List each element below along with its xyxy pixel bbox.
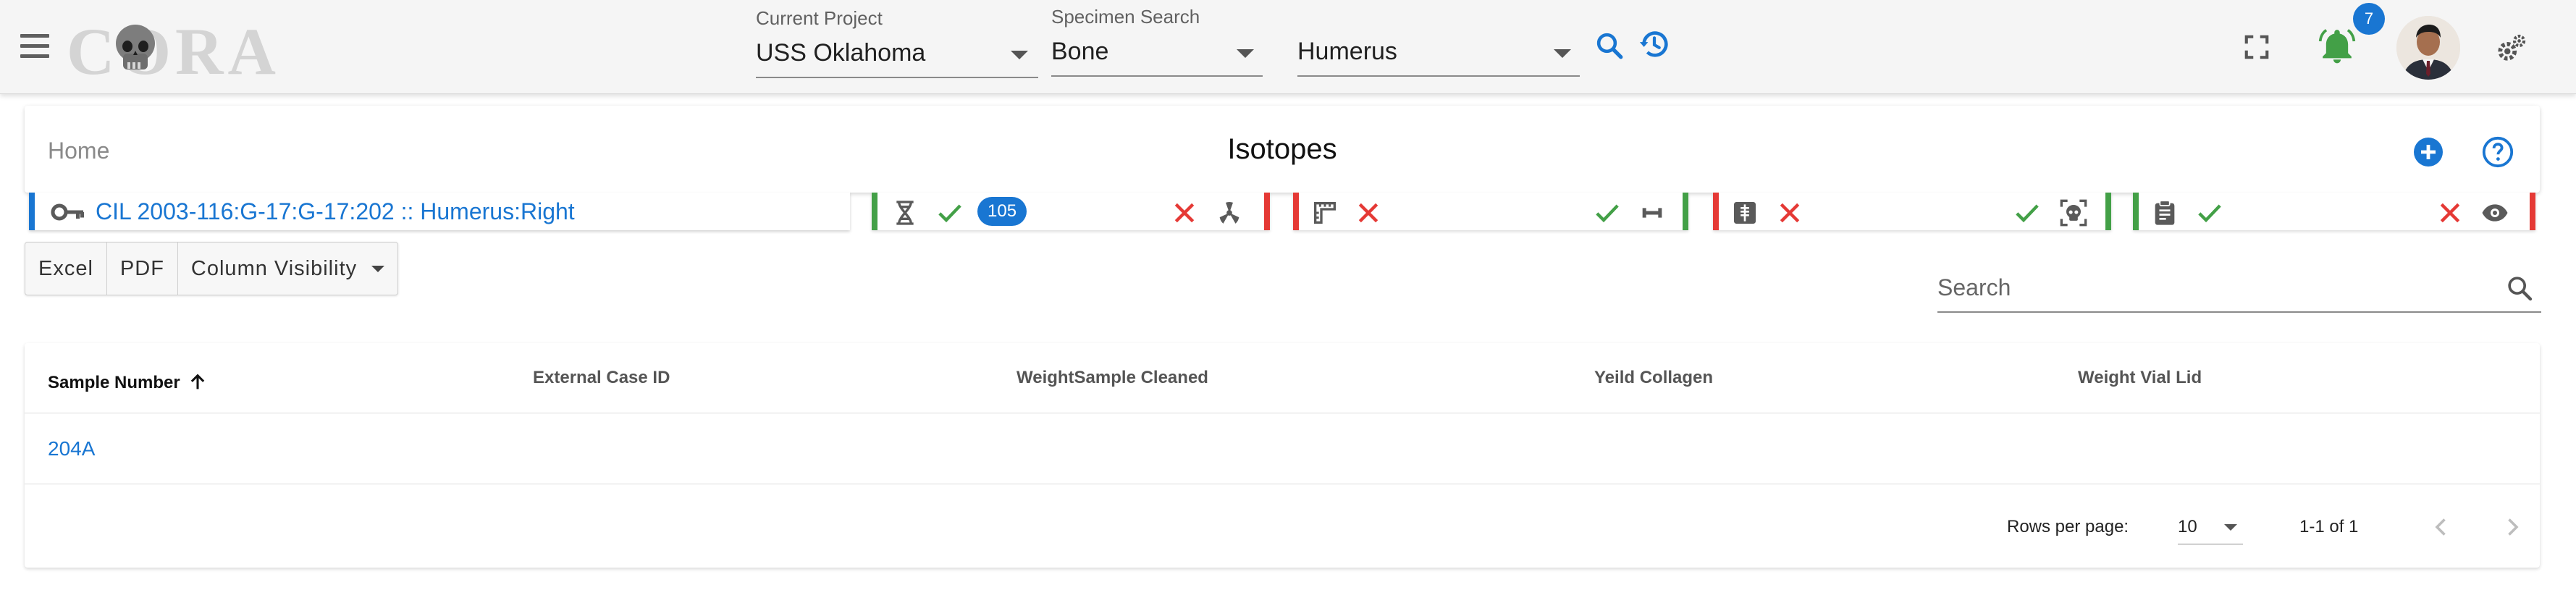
current-project-select[interactable]: Current Project USS Oklahoma — [756, 7, 1038, 80]
close-icon — [2440, 203, 2460, 223]
avatar-photo — [2396, 16, 2460, 80]
column-header-sample-number[interactable]: Sample Number — [48, 368, 205, 393]
close-icon — [1780, 203, 1800, 223]
page-title: Isotopes — [1227, 133, 1337, 165]
ruler-icon[interactable] — [1310, 198, 1339, 227]
app-root: CORA Current Project USS Oklahoma Specim… — [0, 0, 2576, 598]
app-logo[interactable]: CORA — [67, 10, 276, 88]
search-icon[interactable] — [2505, 274, 2534, 303]
specimen-search-label: Specimen Search — [1051, 6, 1200, 28]
element-select-value: Humerus — [1297, 38, 1397, 65]
skull-icon — [116, 25, 155, 70]
element-select[interactable]: Humerus — [1297, 6, 1580, 78]
bell-icon[interactable] — [2317, 26, 2357, 67]
arrow-up-icon — [191, 374, 205, 389]
chevron-down-icon — [2224, 524, 2237, 531]
user-avatar[interactable] — [2396, 16, 2460, 80]
status-bar-right — [1683, 193, 1688, 230]
excel-button[interactable]: Excel — [25, 243, 107, 295]
chevron-down-icon — [1554, 49, 1571, 58]
column-header-yeild-collagen[interactable]: Yeild Collagen — [1594, 368, 1713, 388]
pagination-range: 1-1 of 1 — [2299, 517, 2359, 536]
column-header-external-case-id[interactable]: External Case ID — [533, 368, 670, 388]
top-app-bar: CORA Current Project USS Oklahoma Specim… — [0, 0, 2576, 94]
status-segment-notes — [2133, 193, 2535, 230]
rows-per-page-label: Rows per page: — [2007, 517, 2129, 536]
check-icon — [1596, 204, 1619, 223]
pdf-button[interactable]: PDF — [107, 243, 178, 295]
current-project-label: Current Project — [756, 7, 883, 29]
key-icon — [51, 203, 85, 221]
page-header: Home Isotopes — [25, 106, 2540, 193]
sample-number-link[interactable]: 204A — [48, 437, 95, 460]
chevron-left-icon[interactable] — [2428, 514, 2454, 540]
logo-wordmark: CORA — [67, 14, 280, 88]
column-header-label: Sample Number — [48, 373, 180, 392]
specimen-search-select[interactable]: Specimen Search Bone — [1051, 6, 1263, 78]
table-search — [1937, 265, 2541, 313]
isotopes-table: Sample Number External Case ID WeightSam… — [25, 343, 2540, 568]
specimen-search-value: Bone — [1051, 38, 1109, 65]
status-bar-left — [1713, 193, 1719, 230]
check-icon — [938, 204, 961, 223]
fullscreen-icon[interactable] — [2243, 33, 2270, 61]
status-segment-xray — [1713, 193, 2111, 230]
notification-badge[interactable]: 7 — [2353, 3, 2385, 35]
export-button-group: Excel PDF Column Visibility — [25, 242, 399, 295]
search-icon[interactable] — [1594, 30, 1625, 61]
specimen-key-link[interactable]: CIL 2003-116:G-17:G-17:202 :: Humerus:Ri… — [96, 198, 575, 225]
rows-per-page-value: 10 — [2178, 517, 2197, 536]
chevron-right-icon[interactable] — [2499, 514, 2525, 540]
bone-icon[interactable] — [1638, 198, 1667, 227]
dna-icon[interactable] — [891, 198, 919, 227]
close-icon — [1174, 203, 1195, 223]
status-bar-right — [1264, 193, 1270, 230]
menu-icon[interactable] — [20, 34, 49, 59]
status-segment-measurements — [1293, 193, 1688, 230]
status-bar-left — [1293, 193, 1299, 230]
field-underline — [756, 77, 1038, 78]
skull-scan-icon[interactable] — [2059, 198, 2088, 227]
table-search-input[interactable] — [1937, 265, 2502, 310]
check-icon — [2016, 204, 2039, 223]
status-bar-right — [2105, 193, 2111, 230]
field-underline — [1297, 75, 1580, 77]
close-icon — [1358, 203, 1379, 223]
radiation-icon[interactable] — [1215, 198, 1244, 227]
eye-icon[interactable] — [2480, 198, 2509, 227]
rows-per-page-select[interactable]: 10 — [2178, 508, 2243, 544]
field-underline — [1051, 75, 1263, 77]
column-header-weight-vial-lid[interactable]: Weight Vial Lid — [2078, 368, 2202, 388]
xray-film-icon[interactable] — [1730, 198, 1759, 227]
chevron-down-icon — [1237, 49, 1254, 58]
status-bar-left — [2133, 193, 2139, 230]
status-bar-left — [872, 193, 877, 230]
settings-icon[interactable] — [2495, 32, 2528, 65]
column-visibility-button[interactable]: Column Visibility — [178, 243, 397, 295]
current-project-value: USS Oklahoma — [756, 39, 926, 67]
clipboard-icon[interactable] — [2150, 198, 2179, 227]
specimen-key-card: CIL 2003-116:G-17:G-17:202 :: Humerus:Ri… — [29, 193, 850, 230]
help-icon[interactable] — [2480, 135, 2515, 169]
check-icon — [2198, 204, 2221, 223]
status-bar-right — [2530, 193, 2535, 230]
history-icon[interactable] — [1638, 28, 1671, 61]
status-segment-dna: 105 — [872, 193, 1270, 230]
dna-count-badge[interactable]: 105 — [977, 197, 1027, 226]
column-header-weight-sample-cleaned[interactable]: WeightSample Cleaned — [1016, 368, 1208, 388]
search-underline — [1937, 311, 2541, 313]
add-icon[interactable] — [2411, 135, 2446, 169]
chevron-down-icon — [1011, 51, 1028, 59]
